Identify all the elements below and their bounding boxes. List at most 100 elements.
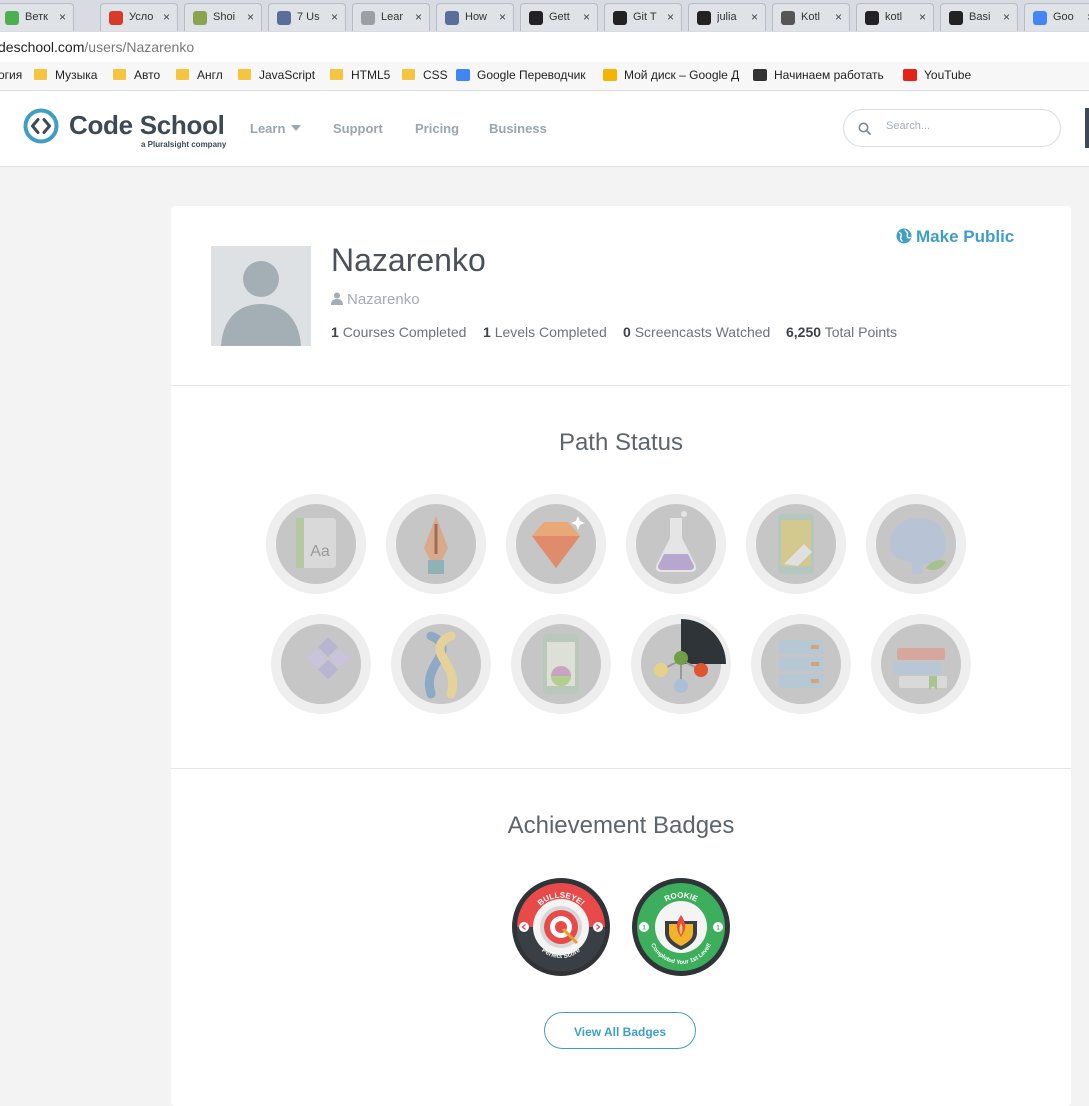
path-badge[interactable] (511, 614, 611, 714)
browser-tab[interactable]: Basi × (940, 3, 1018, 31)
path-badge[interactable] (506, 494, 606, 594)
youtube-icon (903, 69, 917, 81)
search-input[interactable] (884, 119, 1048, 133)
bookmark-item[interactable]: Начинаем работать (753, 68, 884, 82)
logo-text[interactable]: Code School (69, 110, 225, 141)
badge-top-text: BULLSEYE! (536, 891, 586, 908)
browser-tab-label: Git T (633, 11, 657, 23)
stat-label: Courses Completed (342, 324, 467, 340)
close-icon[interactable]: × (163, 10, 170, 24)
php-elephant-path-icon (890, 518, 946, 574)
section-divider (171, 768, 1071, 769)
avatar (211, 246, 311, 346)
path-badge[interactable]: Aa (266, 494, 366, 594)
kotlin-icon (781, 11, 795, 25)
google-translate-icon (456, 69, 470, 81)
close-icon[interactable]: × (415, 10, 422, 24)
profile-username: Nazarenko (331, 291, 420, 308)
bookmark-item[interactable]: YouTube (903, 68, 971, 82)
browser-tab[interactable]: Lear × (352, 3, 430, 31)
close-icon[interactable]: × (919, 10, 926, 24)
document-icon (361, 11, 375, 25)
browser-tab[interactable]: Ветк × (0, 3, 74, 31)
browser-tab[interactable]: Shoi × (184, 3, 262, 31)
browser-tab[interactable]: Усло × (100, 3, 178, 31)
bookmark-item[interactable]: Авто (113, 68, 160, 82)
close-icon[interactable]: × (751, 10, 758, 24)
path-badge[interactable] (866, 494, 966, 594)
nav-learn-label: Learn (250, 121, 286, 136)
bookmark-item[interactable]: HTML5 (330, 68, 390, 82)
browser-tab[interactable]: kotl × (856, 3, 934, 31)
close-icon[interactable]: × (583, 10, 590, 24)
green-box-icon (193, 11, 207, 25)
bookmark-item[interactable]: Мой диск – Google Д (603, 68, 739, 82)
path-badge[interactable] (626, 494, 726, 594)
bookmark-item[interactable]: JavaScript (238, 68, 315, 82)
bookmark-label: Англ (197, 68, 223, 82)
close-icon[interactable]: × (59, 10, 66, 24)
bookmark-item[interactable]: Музыка (34, 68, 97, 82)
address-bar[interactable]: deschool.com/users/Nazarenko (0, 32, 1089, 63)
stat-value: 1 (331, 324, 339, 340)
badge-top-path: BULLSEYE! (536, 891, 586, 908)
python-snakes-path-icon (424, 631, 458, 699)
bookmarks-bar: огия Музыка Авто Англ JavaScript HTML5 CSS Goog… (0, 62, 1089, 91)
browser-tab[interactable]: Git T × (604, 3, 682, 31)
code-school-logo-icon[interactable] (23, 108, 59, 144)
nav-learn[interactable]: Learn (250, 121, 302, 136)
browser-tab[interactable]: Kotl × (772, 3, 850, 31)
bookmark-label: JavaScript (259, 68, 316, 82)
bookmark-item[interactable]: Google Переводчик (456, 68, 586, 82)
path-status-title: Path Status (558, 429, 684, 456)
close-icon[interactable]: × (835, 10, 842, 24)
folder-icon (402, 69, 415, 80)
bookmark-item[interactable]: CSS (402, 68, 448, 82)
path-badge[interactable] (751, 614, 851, 714)
path-badge[interactable] (631, 614, 731, 714)
browser-tab[interactable]: How × (436, 3, 514, 31)
svg-text:Aa: Aa (310, 543, 330, 560)
badge-bottom-text: Perfect Score (540, 947, 582, 960)
nav-support[interactable]: Support (333, 121, 383, 136)
nav-pricing[interactable]: Pricing (415, 121, 459, 136)
search-box[interactable] (843, 109, 1061, 147)
bookmark-item[interactable]: Англ (176, 68, 223, 82)
path-badge[interactable] (871, 614, 971, 714)
nav-business[interactable]: Business (489, 121, 547, 136)
close-icon[interactable]: × (331, 10, 338, 24)
badge-bullseye[interactable]: BULLSEYE! Perfect Score (511, 877, 611, 977)
folder-icon (113, 69, 126, 80)
close-icon[interactable]: × (499, 10, 506, 24)
close-icon[interactable]: × (247, 10, 254, 24)
stat-screencasts: 0 Screencasts Watched (623, 324, 770, 340)
browser-tab-label: Lear (381, 11, 404, 23)
bookmark-label: YouTube (924, 68, 972, 82)
site-header: Code School a Pluralsight company Learn … (0, 91, 1089, 167)
path-badge[interactable] (391, 614, 491, 714)
logo-subtitle: a Pluralsight company (141, 140, 227, 149)
view-all-badges-button[interactable]: View All Badges (544, 1012, 696, 1049)
globe-icon (896, 228, 912, 244)
bookmark-label: огия (0, 68, 23, 82)
close-icon[interactable]: × (1003, 10, 1010, 24)
close-icon[interactable]: × (667, 10, 674, 24)
stat-value: 0 (623, 324, 631, 340)
chevron-down-icon (291, 125, 302, 131)
path-badge[interactable] (386, 494, 486, 594)
fx-icon (445, 11, 459, 25)
github-icon (529, 11, 543, 25)
make-public-button[interactable]: Make Public (896, 227, 1014, 247)
browser-tab[interactable]: Goo× (1024, 3, 1089, 31)
browser-tab[interactable]: Gett × (520, 3, 598, 31)
badge-top-text: ROOKIE (663, 891, 700, 904)
path-badge[interactable] (271, 614, 371, 714)
bookmark-item[interactable]: огия (0, 68, 22, 82)
browser-tab[interactable]: 7 Us × (268, 3, 346, 31)
address-url[interactable]: deschool.com/users/Nazarenko (0, 39, 194, 55)
browser-tab-label: Усло (129, 11, 154, 23)
badge-rookie[interactable]: 1 1 ROOKIE Completed Your 1st Level! (631, 877, 731, 977)
profile-name: Nazarenko (331, 242, 486, 278)
path-badge[interactable] (746, 494, 846, 594)
browser-tab[interactable]: julia × (688, 3, 766, 31)
